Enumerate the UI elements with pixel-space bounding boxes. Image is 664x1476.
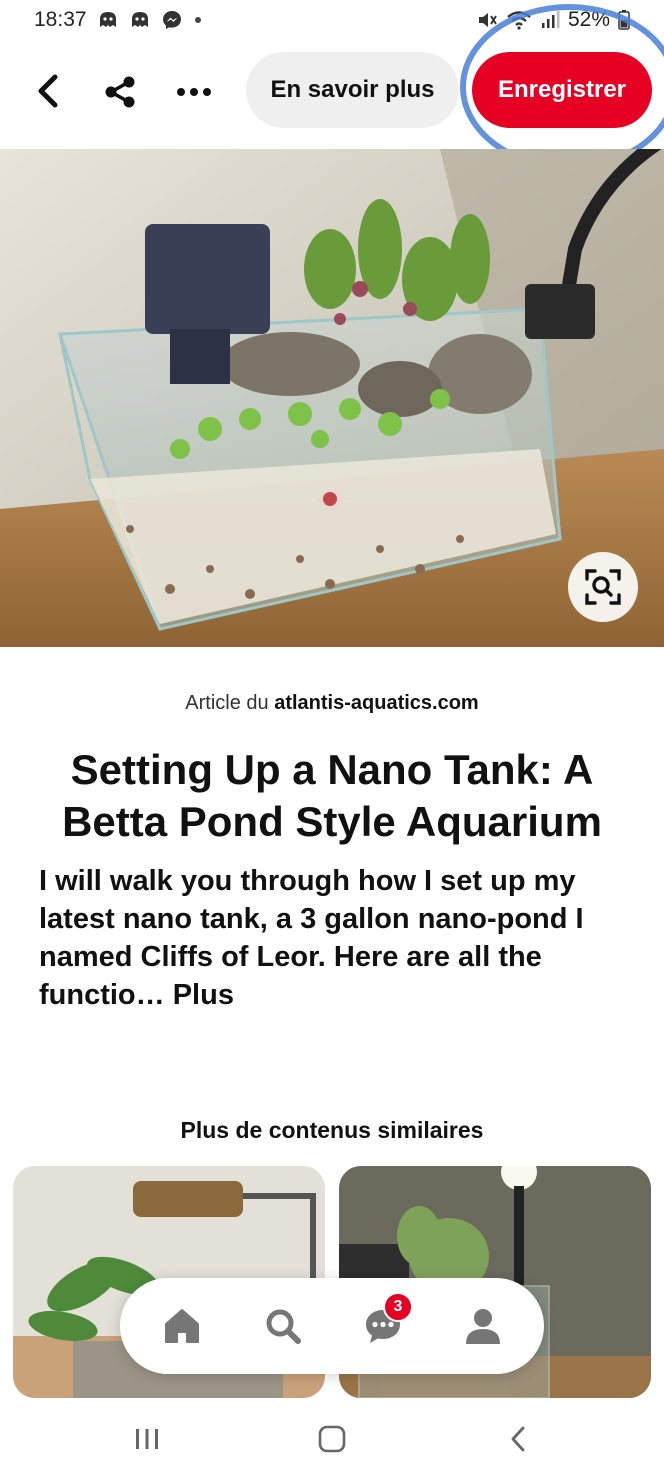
back-arrow-icon[interactable]	[26, 68, 70, 114]
system-nav-bar	[0, 1400, 664, 1476]
back-chevron-icon[interactable]	[498, 1424, 538, 1454]
learn-more-button[interactable]: En savoir plus	[246, 52, 459, 128]
status-right: 52%	[476, 8, 630, 32]
messages-icon[interactable]: 3	[357, 1292, 413, 1352]
source-prefix: Article du	[185, 692, 269, 714]
pin-image[interactable]	[0, 149, 664, 647]
status-bar: 18:37 52%	[0, 0, 664, 40]
aquarium-photo	[0, 149, 664, 647]
bottom-nav: 3	[120, 1278, 544, 1374]
ghost-app-icon	[129, 10, 151, 30]
ghost-app-icon	[97, 10, 119, 30]
top-toolbar: En savoir plus Enregistrer	[0, 4, 664, 170]
pin-title: Setting Up a Nano Tank: A Betta Pond Sty…	[62, 746, 602, 845]
search-icon[interactable]	[257, 1300, 309, 1352]
messenger-icon	[161, 9, 183, 31]
save-button[interactable]: Enregistrer	[472, 52, 652, 128]
signal-icon	[540, 10, 560, 30]
profile-icon[interactable]	[457, 1300, 509, 1352]
source-domain-link[interactable]: atlantis-aquatics.com	[274, 692, 479, 714]
related-heading: Plus de contenus similaires	[180, 1117, 484, 1143]
visual-search-icon[interactable]	[568, 552, 638, 622]
recent-apps-icon[interactable]	[127, 1424, 167, 1454]
more-options-icon[interactable]	[172, 72, 216, 112]
mute-icon	[476, 10, 498, 30]
dot-icon	[193, 15, 203, 25]
messages-badge: 3	[383, 1292, 413, 1322]
pin-description[interactable]: I will walk you through how I set up my …	[39, 862, 629, 1014]
battery-icon	[618, 10, 630, 30]
share-icon[interactable]	[98, 70, 142, 114]
pin-source: Article du atlantis-aquatics.com	[0, 692, 664, 715]
status-left: 18:37	[34, 8, 203, 32]
status-time: 18:37	[34, 8, 87, 31]
battery-percent: 52%	[567, 8, 610, 31]
home-icon[interactable]	[156, 1300, 208, 1352]
home-circle-icon[interactable]	[312, 1424, 352, 1454]
wifi-icon	[506, 10, 532, 30]
